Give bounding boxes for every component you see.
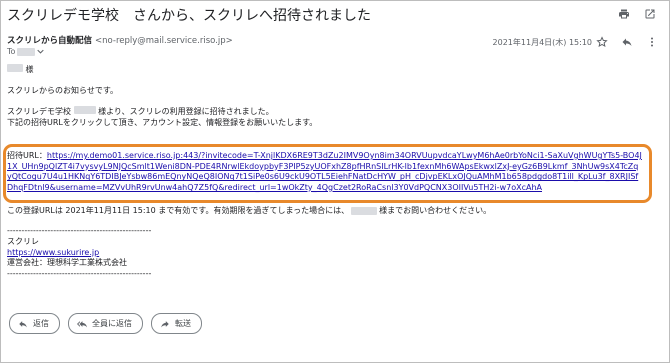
open-in-new-window-icon[interactable]: [642, 6, 658, 22]
salutation-line: 様: [7, 64, 317, 76]
sig-url-link[interactable]: https://www.sukurire.jp: [7, 248, 99, 257]
expiry-notice: この登録URLは 2021年11月11日 15:10 まで有効です。有効期限を過…: [7, 205, 491, 216]
salutation-suffix: 様: [25, 65, 34, 74]
more-vert-icon[interactable]: [644, 34, 660, 50]
expiry-text: この登録URLは 2021年11月11日 15:10 まで有効です。有効期限を過…: [7, 206, 350, 215]
reply-icon[interactable]: [619, 34, 635, 50]
sig-divider-bottom: ----------------------------------------…: [7, 269, 152, 279]
forward-icon: [161, 320, 169, 327]
body-line-1: スクリレからのお知らせです。: [7, 85, 119, 95]
email-subject: スクリレデモ学校 さんから、スクリレへ招待されました: [7, 8, 371, 24]
chevron-down-icon[interactable]: [37, 48, 45, 55]
body-line-3: 下記の招待URLをクリックして頂き、アカウント設定、情報登録をお願いいたします。: [7, 117, 318, 127]
reply-icon: [19, 320, 27, 327]
reply-label: 返信: [33, 319, 49, 328]
expiry-suffix: 様までお問い合わせください。: [379, 206, 492, 215]
sender-name[interactable]: スクリレから自動配信: [7, 36, 92, 46]
redacted-recipient: [17, 47, 36, 56]
reply-button[interactable]: 返信: [9, 313, 60, 334]
sig-company: 運営会社：理想科学工業株式会社: [7, 258, 127, 268]
highlight-outline: [3, 144, 652, 203]
sig-name: スクリレ: [7, 236, 39, 246]
email-body: 様 スクリレからのお知らせです。 スクリレデモ学校 様より、スクリレの利用登録に…: [7, 64, 317, 128]
reply-all-button[interactable]: 全員に返信: [68, 313, 143, 334]
signature: ----------------------------------------…: [7, 226, 151, 280]
sender-email: <no-reply@mail.service.riso.jp>: [95, 36, 233, 46]
sender-line: スクリレから自動配信 <no-reply@mail.service.riso.jp…: [7, 34, 233, 46]
reply-actions: 返信 全員に返信 転送: [9, 313, 202, 334]
body-line-2: スクリレデモ学校 様より、スクリレの利用登録に招待されました。: [7, 106, 317, 118]
school-name: スクリレデモ学校: [7, 107, 71, 116]
email-date: 2021年11月4日(木) 15:10: [492, 38, 592, 47]
sig-divider-top: ----------------------------------------…: [7, 226, 152, 235]
star-icon[interactable]: [594, 34, 610, 50]
recipient-line: To: [7, 47, 45, 56]
redacted-contact: [351, 206, 378, 215]
invite-sentence: 様より、スクリレの利用登録に招待されました。: [98, 107, 274, 116]
redacted-recipient-name: [7, 64, 23, 72]
print-icon[interactable]: [616, 6, 632, 22]
top-toolbar: [616, 6, 658, 22]
reply-all-label: 全員に返信: [92, 319, 132, 328]
redacted-inviter: [73, 106, 96, 114]
forward-label: 転送: [175, 319, 191, 328]
reply-all-icon: [77, 320, 87, 327]
message-actions: [594, 34, 660, 50]
to-label: To: [7, 47, 16, 56]
forward-button[interactable]: 転送: [151, 313, 202, 334]
